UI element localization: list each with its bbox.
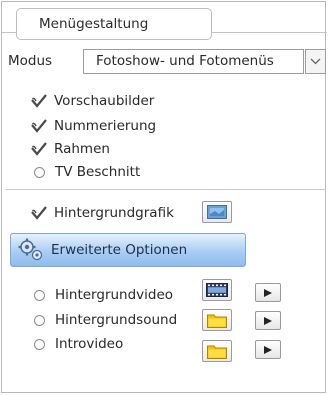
chevron-down-icon (310, 58, 321, 65)
play-icon (264, 288, 272, 297)
background-sound-folder-button[interactable] (202, 309, 232, 331)
image-icon (207, 205, 227, 219)
option-introvideo[interactable]: Introvideo (30, 334, 123, 354)
advanced-options-label: Erweiterte Optionen (51, 242, 188, 258)
option-rahmen[interactable]: Rahmen (30, 139, 110, 159)
play-icon (264, 345, 272, 354)
modus-select[interactable]: Fotoshow- und Fotomenüs (83, 49, 304, 74)
option-hintergrundgrafik[interactable]: Hintergrundgrafik (30, 203, 174, 223)
play-background-video-button[interactable] (255, 283, 281, 302)
checkmark-icon (31, 94, 47, 108)
advanced-options-button[interactable]: Erweiterte Optionen (10, 233, 246, 267)
folder-icon (207, 314, 227, 328)
option-label: Introvideo (55, 336, 124, 352)
play-intro-video-button[interactable] (255, 340, 281, 359)
option-nummerierung[interactable]: Nummerierung (30, 116, 156, 136)
modus-label: Modus (8, 53, 53, 69)
divider (6, 189, 326, 190)
option-vorschaubilder[interactable]: Vorschaubilder (30, 91, 154, 111)
option-label: Hintergrundvideo (55, 287, 174, 303)
option-label: Rahmen (54, 141, 110, 157)
radio-unchecked-icon (34, 166, 45, 178)
tab-menu-design[interactable]: Menügestaltung (16, 8, 212, 40)
modus-dropdown-button[interactable] (305, 49, 326, 74)
folder-icon (207, 345, 227, 359)
option-hintergrundsound[interactable]: Hintergrundsound (30, 310, 177, 330)
option-hintergrundvideo[interactable]: Hintergrundvideo (30, 285, 173, 305)
play-background-sound-button[interactable] (255, 311, 281, 330)
background-graphic-button[interactable] (202, 201, 232, 223)
film-icon (206, 283, 228, 297)
background-video-button[interactable] (202, 279, 232, 301)
checkmark-icon (31, 206, 47, 220)
option-label: TV Beschnitt (55, 164, 141, 180)
option-label: Nummerierung (54, 118, 157, 134)
option-label: Hintergrundgrafik (54, 205, 174, 221)
intro-video-folder-button[interactable] (202, 340, 232, 362)
checkmark-icon (31, 119, 47, 133)
gears-icon (18, 238, 43, 261)
option-label: Hintergrundsound (55, 312, 178, 328)
option-tv-beschnitt[interactable]: TV Beschnitt (30, 162, 140, 182)
option-label: Vorschaubilder (54, 93, 155, 109)
radio-unchecked-icon (34, 338, 45, 350)
radio-unchecked-icon (34, 314, 45, 326)
radio-unchecked-icon (34, 289, 45, 301)
checkmark-icon (31, 142, 47, 156)
play-icon (264, 316, 272, 325)
